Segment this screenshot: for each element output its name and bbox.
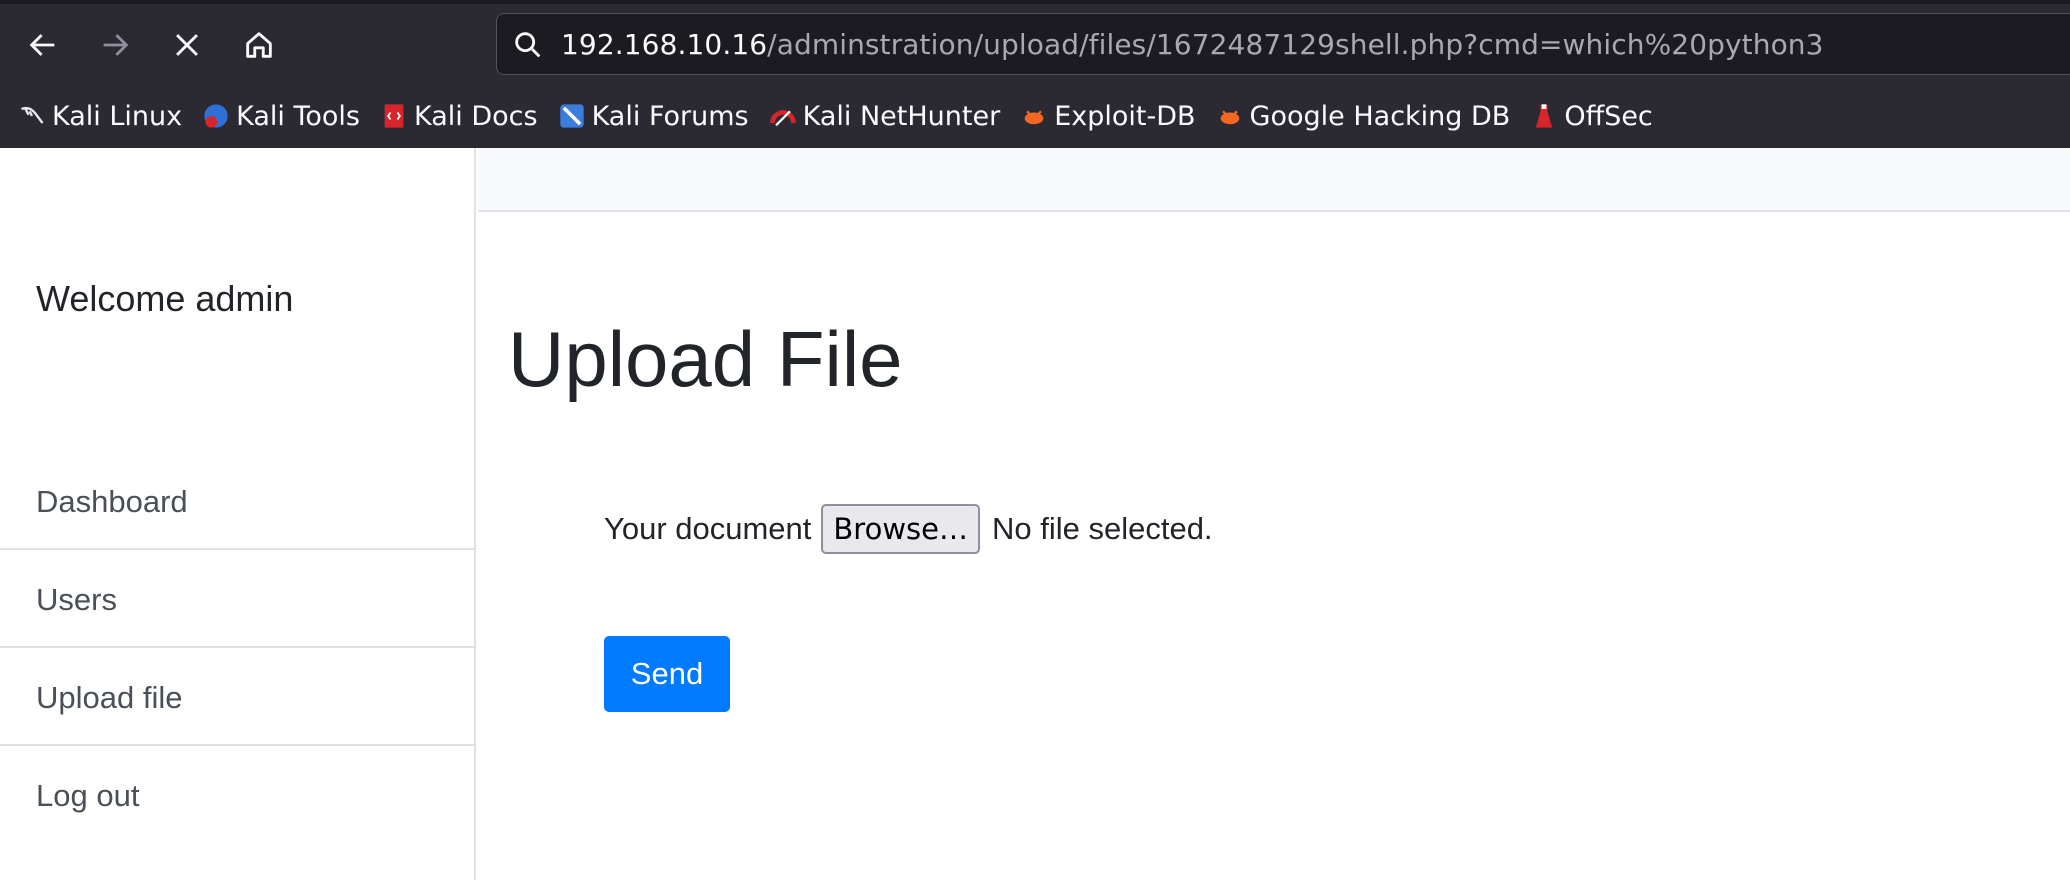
sidebar: Welcome admin Dashboard Users Upload fil… <box>0 148 476 880</box>
upload-form-row: Your document Browse… No file selected. <box>604 504 1213 554</box>
url-text[interactable]: 192.168.10.16/adminstration/upload/files… <box>561 28 1824 61</box>
kali-dragon-icon <box>21 106 44 124</box>
main-content: Upload File Your document Browse… No fil… <box>478 214 2070 880</box>
search-icon <box>515 32 541 58</box>
arrow-left-icon <box>29 34 55 56</box>
home-icon <box>246 32 272 58</box>
bookmark-label: Exploit-DB <box>1054 100 1196 132</box>
close-icon <box>176 34 198 56</box>
stop-loading-button[interactable] <box>162 20 212 70</box>
bookmark-label: Kali Tools <box>236 100 360 132</box>
sidebar-item-label: Upload file <box>36 680 183 715</box>
bookmark-kali-forums[interactable]: Kali Forums <box>558 101 749 132</box>
home-button[interactable] <box>234 20 284 70</box>
sidebar-item-label: Dashboard <box>36 484 188 519</box>
web-page: Welcome admin Dashboard Users Upload fil… <box>0 148 2070 880</box>
kali-nethunter-icon <box>769 110 796 127</box>
forward-button[interactable] <box>90 20 140 70</box>
address-bar[interactable]: 192.168.10.16/adminstration/upload/files… <box>496 13 2070 75</box>
bookmark-label: Kali Linux <box>52 100 183 132</box>
tab-strip-edge <box>0 0 2070 4</box>
arrow-right-icon <box>103 34 129 56</box>
sidebar-item-users[interactable]: Users <box>0 550 476 648</box>
bookmark-label: Kali Docs <box>413 100 538 132</box>
back-button[interactable] <box>18 20 68 70</box>
browser-toolbar: 192.168.10.16/adminstration/upload/files… <box>0 0 2070 148</box>
bookmark-label: Kali NetHunter <box>802 100 1001 132</box>
file-status-text: No file selected. <box>991 511 1213 546</box>
welcome-heading: Welcome admin <box>36 278 294 319</box>
bookmark-label: Google Hacking DB <box>1249 100 1511 132</box>
sidebar-item-label: Users <box>36 582 117 617</box>
sidebar-item-log-out[interactable]: Log out <box>0 746 476 844</box>
sidebar-item-label: Log out <box>36 778 140 813</box>
bookmarks-bar: Kali Linux Kali Tools Kali Docs Kali For… <box>18 94 1673 138</box>
sidebar-item-upload-file[interactable]: Upload file <box>0 648 476 746</box>
bookmark-label: Kali Forums <box>591 100 749 132</box>
ghdb-icon <box>1220 110 1239 125</box>
bookmark-kali-nethunter[interactable]: Kali NetHunter <box>769 100 1001 132</box>
bookmark-google-hacking-db[interactable]: Google Hacking DB <box>1216 100 1511 132</box>
offsec-icon <box>1536 104 1553 128</box>
bookmark-exploit-db[interactable]: Exploit-DB <box>1020 100 1196 132</box>
document-label: Your document <box>604 511 812 546</box>
top-navbar <box>478 148 2070 212</box>
bookmark-label: OffSec <box>1564 100 1653 132</box>
exploit-db-icon <box>1024 110 1044 125</box>
send-button[interactable]: Send <box>604 636 730 712</box>
kali-forums-icon <box>559 104 584 128</box>
bookmark-kali-linux[interactable]: Kali Linux <box>18 101 182 132</box>
browse-button[interactable]: Browse… <box>821 504 980 554</box>
bookmark-kali-docs[interactable]: Kali Docs <box>380 101 538 132</box>
bookmark-offsec[interactable]: OffSec <box>1530 100 1653 132</box>
bookmark-kali-tools[interactable]: Kali Tools <box>202 101 360 132</box>
url-host: 192.168.10.16 <box>561 28 768 61</box>
page-title: Upload File <box>508 315 903 403</box>
url-path: /adminstration/upload/files/1672487129sh… <box>767 28 1824 61</box>
kali-tools-icon <box>204 104 228 128</box>
sidebar-item-dashboard[interactable]: Dashboard <box>0 452 476 550</box>
kali-docs-icon <box>384 104 404 128</box>
